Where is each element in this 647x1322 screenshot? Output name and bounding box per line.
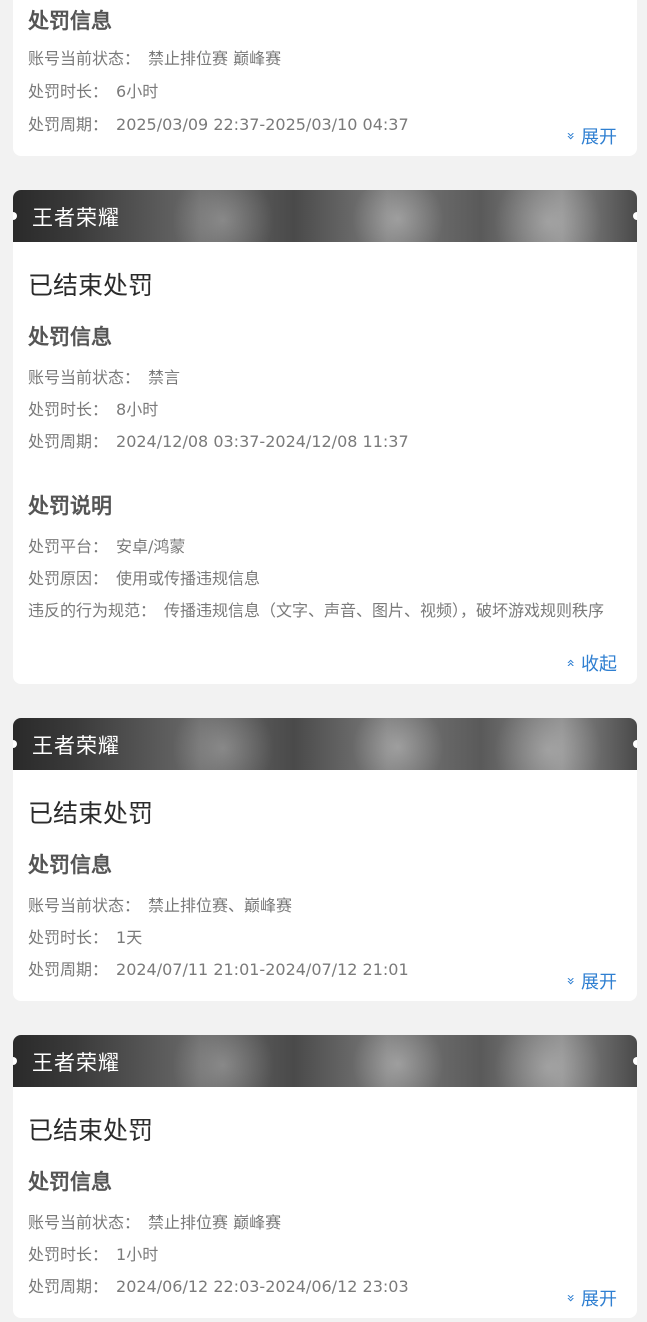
section-title-info: 处罚信息: [28, 1170, 112, 1194]
duration-label: 处罚时长：: [28, 1245, 109, 1264]
game-title: 王者荣耀: [32, 206, 120, 230]
status-value: 禁言: [148, 368, 181, 387]
status-value: 禁止排位赛 巅峰赛: [148, 1213, 282, 1232]
expand-label: 展开: [581, 1289, 617, 1310]
duration-value: 1天: [116, 928, 143, 947]
duration-value: 8小时: [116, 400, 159, 419]
expand-button[interactable]: » 展开: [562, 968, 617, 994]
penalty-card-top: 处罚信息 账号当前状态： 禁止排位赛 巅峰赛 处罚时长： 6小时 处罚周期： 2025…: [13, 0, 637, 156]
period-value: 2025/03/09 22:37-2025/03/10 04:37: [116, 115, 409, 134]
platform-label: 处罚平台：: [28, 537, 109, 556]
status-row: 账号当前状态： 禁言: [28, 367, 623, 389]
banner-dot-left: [13, 1057, 17, 1065]
period-label: 处罚周期：: [28, 960, 109, 979]
rule-value: 传播违规信息（文字、声音、图片、视频），破坏游戏规则秩序: [164, 601, 605, 620]
duration-label: 处罚时长：: [28, 82, 109, 101]
game-title: 王者荣耀: [32, 1051, 120, 1075]
penalty-status: 已结束处罚: [28, 799, 154, 828]
game-banner: 王者荣耀: [13, 718, 637, 770]
chevron-down-icon: »: [562, 976, 579, 986]
banner-dot-right: [633, 740, 637, 748]
chevron-up-icon: «: [562, 658, 579, 668]
penalty-status: 已结束处罚: [28, 1116, 154, 1145]
expand-button[interactable]: » 展开: [562, 1285, 617, 1311]
status-row: 账号当前状态： 禁止排位赛、巅峰赛: [28, 895, 623, 917]
status-value: 禁止排位赛、巅峰赛: [148, 896, 293, 915]
duration-row: 处罚时长： 8小时: [28, 399, 623, 421]
chevron-down-icon: »: [562, 131, 579, 141]
penalty-card: 王者荣耀 已结束处罚 处罚信息 账号当前状态： 禁止排位赛 巅峰赛 处罚时长： 1小…: [13, 1035, 637, 1318]
banner-dot-left: [13, 740, 17, 748]
status-label: 账号当前状态：: [28, 49, 141, 68]
period-label: 处罚周期：: [28, 1277, 109, 1296]
status-label: 账号当前状态：: [28, 896, 141, 915]
period-row: 处罚周期： 2024/07/11 21:01-2024/07/12 21:01: [28, 959, 623, 981]
duration-label: 处罚时长：: [28, 400, 109, 419]
duration-row: 处罚时长： 6小时: [28, 81, 623, 103]
collapse-label: 收起: [581, 654, 617, 675]
period-row: 处罚周期： 2024/12/08 03:37-2024/12/08 11:37: [28, 431, 623, 453]
rule-row: 违反的行为规范： 传播违规信息（文字、声音、图片、视频），破坏游戏规则秩序: [28, 600, 623, 622]
period-label: 处罚周期：: [28, 115, 109, 134]
chevron-down-icon: »: [562, 1293, 579, 1303]
section-title-info: 处罚信息: [28, 325, 112, 349]
banner-dot-left: [13, 212, 17, 220]
status-label: 账号当前状态：: [28, 368, 141, 387]
banner-dot-right: [633, 212, 637, 220]
duration-row: 处罚时长： 1小时: [28, 1244, 623, 1266]
section-title-info: 处罚信息: [28, 9, 112, 33]
duration-value: 1小时: [116, 1245, 159, 1264]
status-row: 账号当前状态： 禁止排位赛 巅峰赛: [28, 48, 623, 70]
expand-button[interactable]: » 展开: [562, 123, 617, 149]
duration-row: 处罚时长： 1天: [28, 927, 623, 949]
status-label: 账号当前状态：: [28, 1213, 141, 1232]
game-title: 王者荣耀: [32, 734, 120, 758]
game-banner: 王者荣耀: [13, 190, 637, 242]
duration-label: 处罚时长：: [28, 928, 109, 947]
game-banner: 王者荣耀: [13, 1035, 637, 1087]
period-value: 2024/06/12 22:03-2024/06/12 23:03: [116, 1277, 409, 1296]
collapse-button[interactable]: « 收起: [562, 650, 617, 676]
platform-value: 安卓/鸿蒙: [116, 537, 186, 556]
period-row: 处罚周期： 2024/06/12 22:03-2024/06/12 23:03: [28, 1276, 623, 1298]
section-title-info: 处罚信息: [28, 853, 112, 877]
duration-value: 6小时: [116, 82, 159, 101]
reason-label: 处罚原因：: [28, 569, 109, 588]
section-title-description: 处罚说明: [28, 494, 112, 518]
penalty-status: 已结束处罚: [28, 271, 154, 300]
rule-label: 违反的行为规范：: [28, 601, 157, 620]
status-value: 禁止排位赛 巅峰赛: [148, 49, 282, 68]
platform-row: 处罚平台： 安卓/鸿蒙: [28, 536, 623, 558]
expand-label: 展开: [581, 127, 617, 148]
period-value: 2024/12/08 03:37-2024/12/08 11:37: [116, 432, 409, 451]
reason-value: 使用或传播违规信息: [116, 569, 261, 588]
banner-dot-right: [633, 1057, 637, 1065]
expand-label: 展开: [581, 972, 617, 993]
period-row: 处罚周期： 2025/03/09 22:37-2025/03/10 04:37: [28, 114, 623, 136]
penalty-card: 王者荣耀 已结束处罚 处罚信息 账号当前状态： 禁止排位赛、巅峰赛 处罚时长： 1天…: [13, 718, 637, 1001]
reason-row: 处罚原因： 使用或传播违规信息: [28, 568, 623, 590]
penalty-card: 王者荣耀 已结束处罚 处罚信息 账号当前状态： 禁言 处罚时长： 8小时 处罚周期：…: [13, 190, 637, 684]
period-value: 2024/07/11 21:01-2024/07/12 21:01: [116, 960, 409, 979]
period-label: 处罚周期：: [28, 432, 109, 451]
status-row: 账号当前状态： 禁止排位赛 巅峰赛: [28, 1212, 623, 1234]
